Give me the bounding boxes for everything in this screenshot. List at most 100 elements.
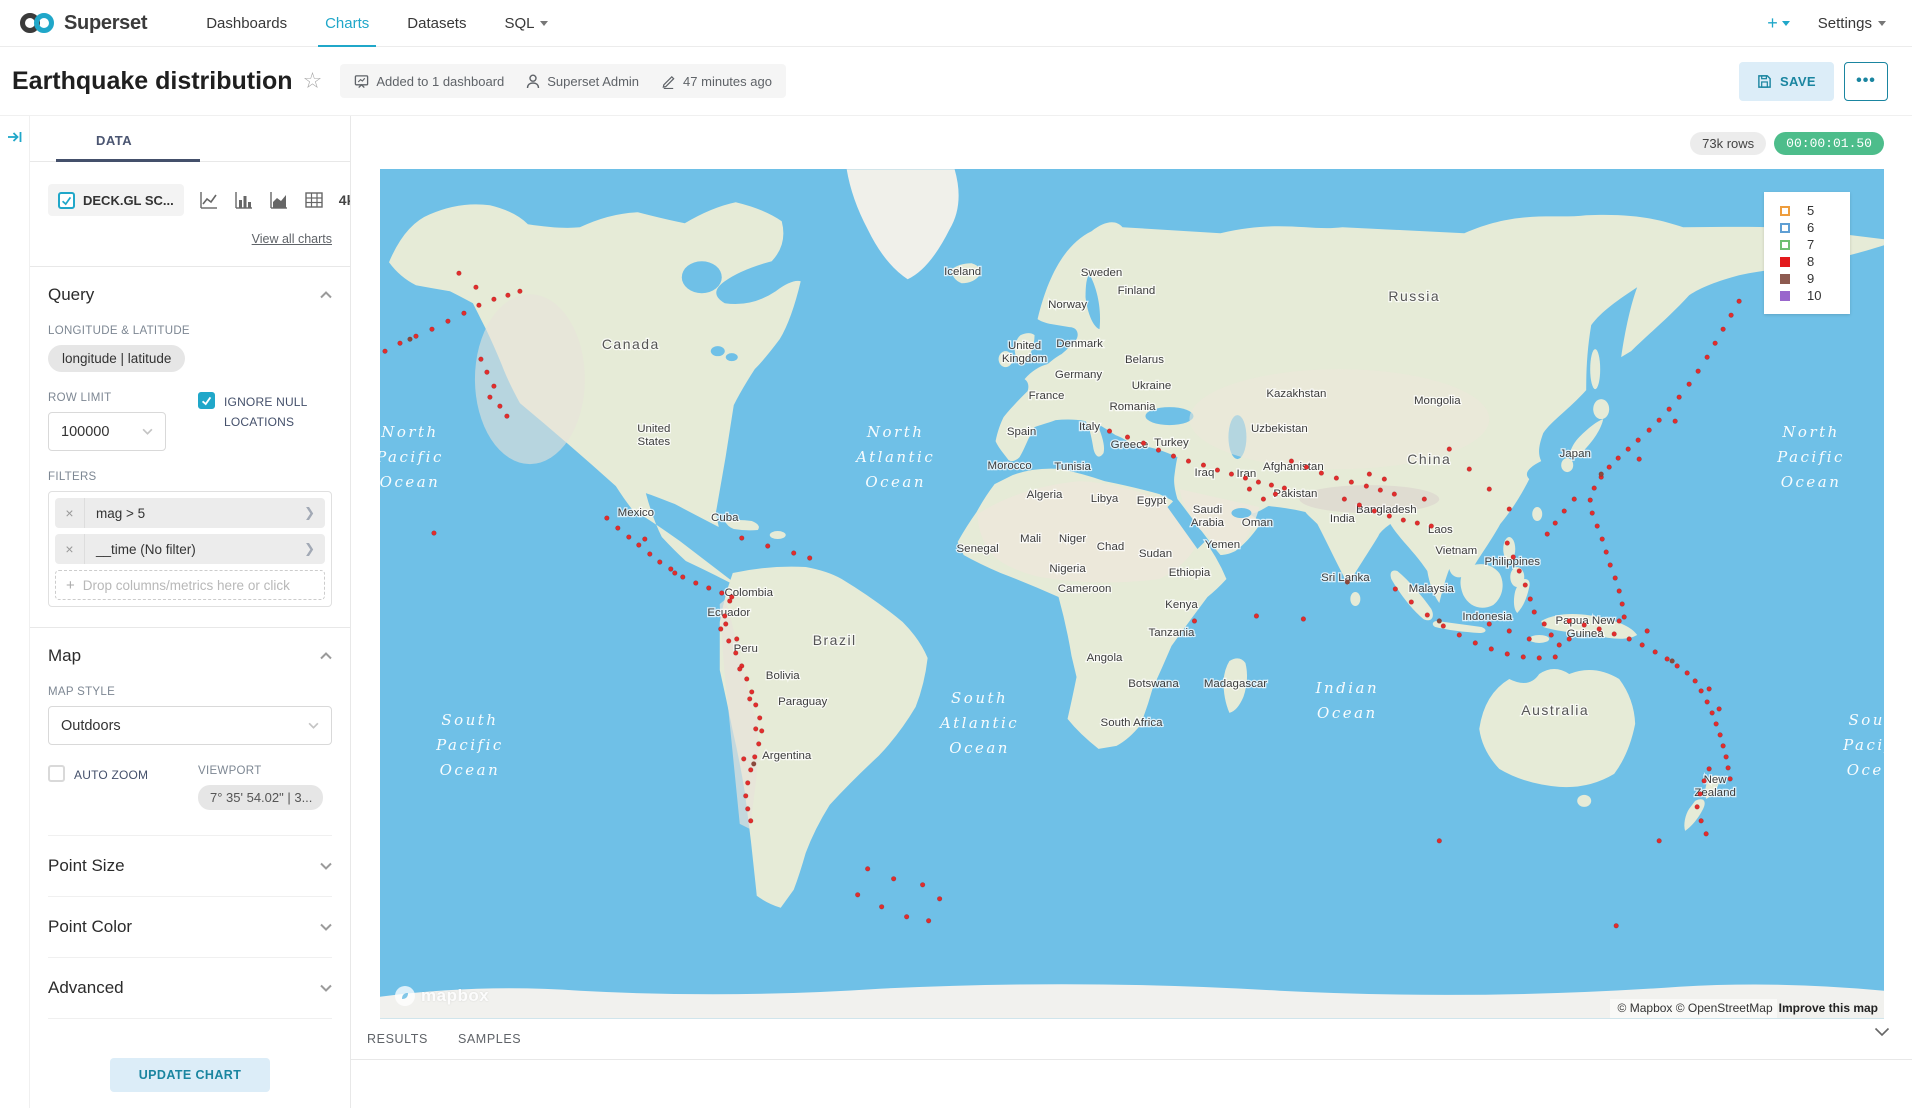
earthquake-dot[interactable] <box>1562 509 1567 514</box>
earthquake-dot[interactable] <box>627 535 632 540</box>
earthquake-dot[interactable] <box>1505 541 1510 546</box>
new-dropdown[interactable]: + <box>1767 13 1790 34</box>
chart-owner[interactable]: Superset Admin <box>526 74 639 89</box>
earthquake-dot[interactable] <box>1595 524 1600 529</box>
earthquake-dot[interactable] <box>727 599 732 604</box>
earthquake-dot[interactable] <box>462 311 467 316</box>
earthquake-dot[interactable] <box>722 614 727 619</box>
earthquake-dot[interactable] <box>1437 619 1442 624</box>
earthquake-dot[interactable] <box>1627 637 1632 642</box>
earthquake-dot[interactable] <box>1367 472 1372 477</box>
earthquake-dot[interactable] <box>1372 509 1377 514</box>
section-point-size[interactable]: Point Size <box>48 835 332 897</box>
earthquake-dot[interactable] <box>1647 428 1652 433</box>
earthquake-dot[interactable] <box>605 516 610 521</box>
nav-item-dashboards[interactable]: Dashboards <box>187 0 306 46</box>
earthquake-dot[interactable] <box>1590 511 1595 516</box>
earthquake-dot[interactable] <box>648 552 653 557</box>
earthquake-dot[interactable] <box>1726 766 1731 771</box>
earthquake-dot[interactable] <box>1699 819 1704 824</box>
section-advanced[interactable]: Advanced <box>48 958 332 1019</box>
earthquake-dot[interactable] <box>1616 456 1621 461</box>
earthquake-dot[interactable] <box>1523 583 1528 588</box>
earthquake-dot[interactable] <box>1141 441 1146 446</box>
earthquake-dot[interactable] <box>1229 472 1234 477</box>
earthquake-dot[interactable] <box>1707 687 1712 692</box>
earthquake-dot[interactable] <box>457 271 462 276</box>
earthquake-dot[interactable] <box>1557 643 1562 648</box>
collapse-results-chevron[interactable] <box>1874 1027 1890 1037</box>
earthquake-dot[interactable] <box>1269 483 1274 488</box>
earthquake-dot[interactable] <box>1567 637 1572 642</box>
auto-zoom-control[interactable]: AUTO ZOOM <box>48 765 198 785</box>
earthquake-dot[interactable] <box>1607 465 1612 470</box>
earthquake-dot[interactable] <box>791 551 796 556</box>
earthquake-dot[interactable] <box>1357 503 1362 508</box>
earthquake-dot[interactable] <box>1342 497 1347 502</box>
tab-results[interactable]: RESULTS <box>367 1032 428 1046</box>
earthquake-dot[interactable] <box>1695 805 1700 810</box>
earthquake-dot[interactable] <box>479 357 484 362</box>
earthquake-dot[interactable] <box>1542 622 1547 627</box>
earthquake-dot[interactable] <box>734 637 739 642</box>
earthquake-dot[interactable] <box>1528 597 1533 602</box>
earthquake-dot[interactable] <box>765 544 770 549</box>
earthquake-dot[interactable] <box>477 303 482 308</box>
earthquake-dot[interactable] <box>1171 454 1176 459</box>
earthquake-dot[interactable] <box>1301 617 1306 622</box>
earthquake-dot[interactable] <box>879 904 884 909</box>
earthquake-dot[interactable] <box>518 289 523 294</box>
bar-chart-icon[interactable] <box>234 190 254 210</box>
earthquake-dot[interactable] <box>1319 471 1324 476</box>
earthquake-dot[interactable] <box>1382 477 1387 482</box>
earthquake-dot[interactable] <box>1273 492 1278 497</box>
earthquake-dot[interactable] <box>1707 767 1712 772</box>
earthquake-dot[interactable] <box>1582 623 1587 628</box>
earthquake-dot[interactable] <box>1592 486 1597 491</box>
ignore-null-control[interactable]: IGNORE NULL LOCATIONS <box>198 392 332 433</box>
row-limit-select[interactable]: 100000 <box>48 412 166 451</box>
earthquake-dot[interactable] <box>1511 555 1516 560</box>
tab-data[interactable]: DATA <box>88 133 140 161</box>
earthquake-dot[interactable] <box>1728 777 1733 782</box>
earthquake-dot[interactable] <box>669 567 674 572</box>
settings-dropdown[interactable]: Settings <box>1818 15 1886 32</box>
earthquake-dot[interactable] <box>505 414 510 419</box>
legend-item-8[interactable]: 8 <box>1780 253 1850 270</box>
earthquake-dot[interactable] <box>1437 839 1442 844</box>
earthquake-dot[interactable] <box>1156 448 1161 453</box>
earthquake-dot[interactable] <box>1247 487 1252 492</box>
earthquake-dot[interactable] <box>1387 514 1392 519</box>
earthquake-dot[interactable] <box>1622 615 1627 620</box>
earthquake-dot[interactable] <box>1192 619 1197 624</box>
earthquake-dot[interactable] <box>1261 497 1266 502</box>
earthquake-dot[interactable] <box>1243 476 1248 481</box>
earthquake-dot[interactable] <box>1537 656 1542 661</box>
earthquake-dot[interactable] <box>1737 299 1742 304</box>
earthquake-dot[interactable] <box>726 639 731 644</box>
legend-item-6[interactable]: 6 <box>1780 219 1850 236</box>
earthquake-dot[interactable] <box>745 807 750 812</box>
filter-expand-icon[interactable]: ❯ <box>304 506 325 521</box>
earthquake-dot[interactable] <box>616 526 621 531</box>
earthquake-dot[interactable] <box>1693 679 1698 684</box>
earthquake-dot[interactable] <box>743 794 748 799</box>
earthquake-dot[interactable] <box>1604 550 1609 555</box>
earthquake-dot[interactable] <box>1401 518 1406 523</box>
earthquake-dot[interactable] <box>1718 733 1723 738</box>
earthquake-dot[interactable] <box>1447 447 1452 452</box>
earthquake-dot[interactable] <box>1532 610 1537 615</box>
earthquake-dot[interactable] <box>920 883 925 888</box>
earthquake-dot[interactable] <box>1614 923 1619 928</box>
earthquake-dot[interactable] <box>1392 492 1397 497</box>
earthquake-dot[interactable] <box>1415 521 1420 526</box>
earthquake-dot[interactable] <box>681 575 686 580</box>
earthquake-dot[interactable] <box>1600 537 1605 542</box>
earthquake-dot[interactable] <box>408 337 413 342</box>
earthquake-dot[interactable] <box>1705 355 1710 360</box>
line-chart-icon[interactable] <box>199 190 219 210</box>
filters-drop-zone[interactable]: + Drop columns/metrics here or click <box>55 570 325 600</box>
earthquake-dot[interactable] <box>1467 467 1472 472</box>
improve-map-link[interactable]: Improve this map <box>1777 999 1884 1018</box>
auto-zoom-checkbox[interactable] <box>48 765 65 782</box>
